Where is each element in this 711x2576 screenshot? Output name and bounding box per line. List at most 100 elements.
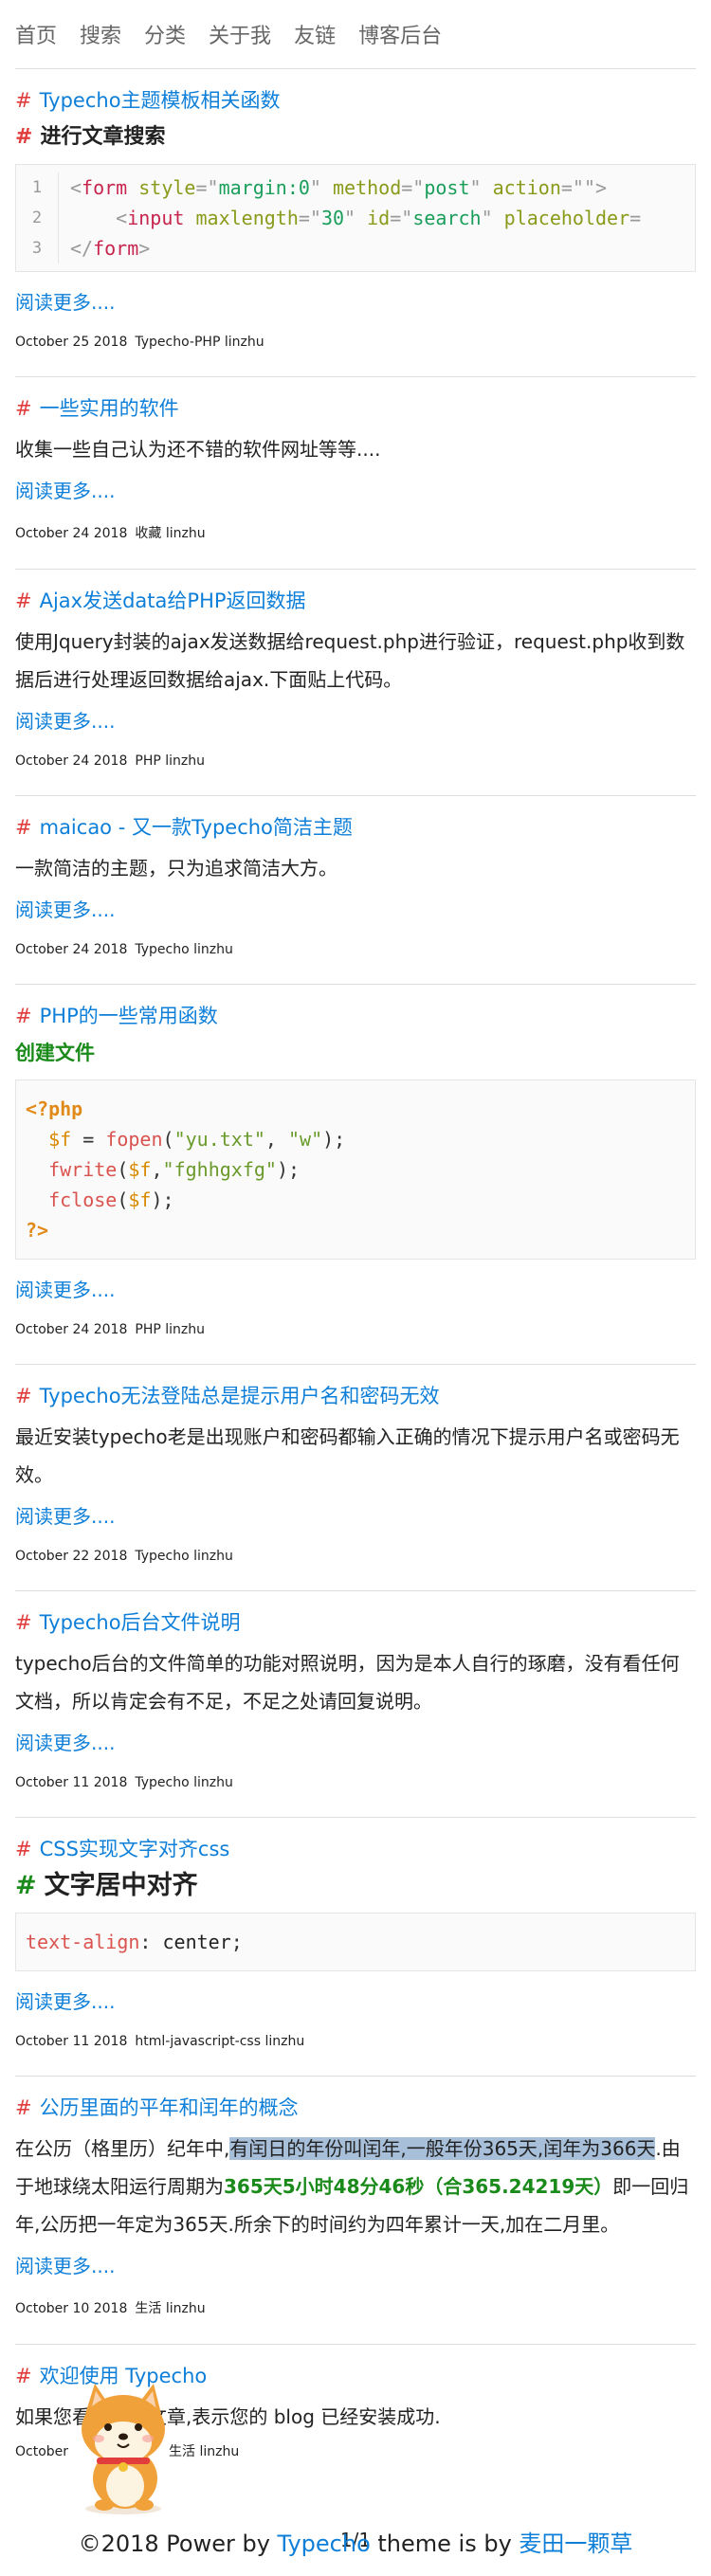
post-item: # 公历里面的平年和闰年的概念 在公历（格里历）纪年中,有闰日的年份叫闰年,一般年… [15, 2094, 696, 2345]
post-date: October 11 2018 [15, 2034, 128, 2049]
bold-green-text: 365天5小时48分46秒（合365.24219天） [224, 2175, 613, 2198]
nav-search[interactable]: 搜索 [80, 19, 121, 49]
post-title: # 一些实用的软件 [15, 397, 179, 420]
post-title: # CSS实现文字对齐css [15, 1838, 230, 1860]
post-title-link[interactable]: 一些实用的软件 [40, 397, 179, 420]
post-meta: October 24 2018 Typecho linzhu [15, 942, 696, 957]
post-author: linzhu [193, 1549, 233, 1564]
code-lines: <form style="margin:0" method="post" act… [70, 176, 642, 260]
nav-home[interactable]: 首页 [15, 19, 57, 49]
post-date: October [15, 2444, 69, 2459]
nav-admin[interactable]: 博客后台 [358, 19, 442, 49]
post-meta: October 24 2018 收藏 linzhu [15, 523, 696, 542]
post-title-link[interactable]: CSS实现文字对齐css [40, 1838, 230, 1860]
post-item: # CSS实现文字对齐css # 文字居中对齐 text-align: center… [15, 1835, 696, 2077]
read-more-link[interactable]: 阅读更多.... [15, 476, 696, 506]
nav-links[interactable]: 友链 [294, 19, 336, 49]
site-footer: ©2018 Power by Typecho theme is by 麦田一颗草 [78, 2531, 633, 2557]
post-date: October 24 2018 [15, 1322, 128, 1337]
post-excerpt: 收集一些自己认为还不错的软件网址等等.... [15, 438, 381, 461]
post-date: October 22 2018 [15, 1549, 128, 1564]
read-more-link[interactable]: 阅读更多.... [15, 2251, 696, 2281]
nav-category[interactable]: 分类 [144, 19, 186, 49]
post-item: # Typecho后台文件说明 typecho后台的文件简单的功能对照说明，因为是… [15, 1608, 696, 1818]
post-subheading: # 进行文章搜索 [15, 125, 166, 149]
shiba-mascot-icon[interactable] [66, 2374, 180, 2516]
post-title: # Typecho主题模板相关函数 [15, 86, 696, 115]
post-date: October 24 2018 [15, 753, 128, 769]
post-title: # Ajax发送data给PHP返回数据 [15, 590, 306, 612]
post-title-link[interactable]: Typecho主题模板相关函数 [40, 89, 281, 112]
post-meta: October 11 2018 html-javascript-css linzh… [15, 2034, 696, 2049]
post-title-link[interactable]: Ajax发送data给PHP返回数据 [40, 590, 306, 612]
post-category[interactable]: Typecho [135, 1549, 189, 1564]
post-author: linzhu [199, 2444, 240, 2459]
post-title-link[interactable]: 公历里面的平年和闰年的概念 [40, 2096, 299, 2119]
code-block: 123 <form style="margin:0" method="post"… [15, 164, 696, 272]
code-block: <?php $f = fopen("yu.txt", "w"); fwrite(… [15, 1079, 696, 1260]
post-category[interactable]: 收藏 [135, 526, 161, 541]
post-item: # Typecho主题模板相关函数 # 进行文章搜索 123 <form style… [15, 86, 696, 377]
post-author: linzhu [165, 2301, 206, 2316]
post-item: # Typecho无法登陆总是提示用户名和密码无效 最近安装typecho老是出现… [15, 1382, 696, 1591]
post-category[interactable]: Typecho [135, 1775, 189, 1790]
post-date: October 24 2018 [15, 526, 128, 541]
post-meta: October 24 2018 PHP linzhu [15, 1322, 696, 1337]
post-date: October 11 2018 [15, 1775, 128, 1790]
post-title: # 公历里面的平年和闰年的概念 [15, 2096, 299, 2119]
nav-about[interactable]: 关于我 [209, 19, 271, 49]
post-subheading: # 文字居中对齐 [15, 1871, 198, 1900]
post-title: # Typecho后台文件说明 [15, 1611, 241, 1634]
highlighted-text: 有闰日的年份叫闰年,一般年份365天,闰年为366天 [229, 2137, 656, 2160]
read-more-link[interactable]: 阅读更多.... [15, 706, 696, 736]
post-author: linzhu [224, 335, 264, 350]
post-item: # PHP的一些常用函数 创建文件 <?php $f = fopen("yu.tx… [15, 1002, 696, 1365]
post-category[interactable]: PHP [135, 753, 160, 769]
post-category[interactable]: 生活 [135, 2301, 161, 2316]
hash-mark: # [15, 89, 32, 112]
read-more-link[interactable]: 阅读更多.... [15, 1728, 696, 1758]
post-date: October 24 2018 [15, 942, 128, 957]
read-more-link[interactable]: 阅读更多.... [15, 1501, 696, 1532]
theme-author-link[interactable]: 麦田一颗草 [519, 2531, 632, 2557]
post-meta: October 25 2018 Typecho-PHP linzhu [15, 335, 696, 350]
post-title-link[interactable]: Typecho后台文件说明 [40, 1611, 241, 1634]
post-title: # PHP的一些常用函数 [15, 1005, 218, 1027]
post-date: October 25 2018 [15, 335, 128, 350]
post-author: linzhu [264, 2034, 305, 2049]
post-title-link[interactable]: Typecho无法登陆总是提示用户名和密码无效 [40, 1385, 440, 1407]
post-title-link[interactable]: PHP的一些常用函数 [40, 1005, 218, 1027]
post-date: October 10 2018 [15, 2301, 128, 2316]
post-category[interactable]: html-javascript-css [135, 2034, 261, 2049]
post-excerpt: 一款简洁的主题，只为追求简洁大方。 [15, 857, 337, 880]
read-more-link[interactable]: 阅读更多.... [15, 895, 696, 925]
post-item: # 一些实用的软件 收集一些自己认为还不错的软件网址等等.... 阅读更多....… [15, 394, 696, 570]
post-author: linzhu [165, 1322, 205, 1337]
read-more-link[interactable]: 阅读更多.... [15, 1986, 696, 2017]
post-title: # Typecho无法登陆总是提示用户名和密码无效 [15, 1385, 440, 1407]
post-category[interactable]: Typecho [135, 942, 189, 957]
post-item: # Ajax发送data给PHP返回数据 使用Jquery封装的ajax发送数据给… [15, 587, 696, 796]
line-numbers: 123 [16, 172, 59, 263]
post-excerpt: 使用Jquery封装的ajax发送数据给request.php进行验证，requ… [15, 630, 685, 691]
post-item: # maicao - 又一款Typecho简洁主题 一款简洁的主题，只为追求简洁大… [15, 813, 696, 985]
top-nav: 首页 搜索 分类 关于我 友链 博客后台 [15, 0, 696, 69]
post-excerpt: 最近安装typecho老是出现账户和密码都输入正确的情况下提示用户名或密码无效。 [15, 1425, 680, 1486]
post-subheading: 创建文件 [15, 1042, 95, 1064]
read-more-link[interactable]: 阅读更多.... [15, 1275, 696, 1305]
post-meta: October 22 2018 Typecho linzhu [15, 1549, 696, 1564]
post-excerpt: 在公历（格里历）纪年中,有闰日的年份叫闰年,一般年份365天,闰年为366天.由… [15, 2137, 689, 2236]
post-category[interactable]: PHP [135, 1322, 160, 1337]
post-meta: October 24 2018 PHP linzhu [15, 753, 696, 769]
post-author: linzhu [165, 753, 205, 769]
post-author: linzhu [165, 526, 206, 541]
read-more-link[interactable]: 阅读更多.... [15, 287, 696, 317]
post-author: linzhu [193, 1775, 233, 1790]
typecho-link[interactable]: Typecho [278, 2531, 371, 2557]
code-block: text-align: center; [15, 1913, 696, 1971]
post-meta: October 10 2018 生活 linzhu [15, 2298, 696, 2317]
post-category[interactable]: Typecho-PHP [135, 335, 220, 350]
post-meta: October 11 2018 Typecho linzhu [15, 1775, 696, 1790]
post-excerpt: typecho后台的文件简单的功能对照说明，因为是本人自行的琢磨，没有看任何文档… [15, 1652, 680, 1713]
post-title-link[interactable]: maicao - 又一款Typecho简洁主题 [40, 816, 353, 839]
